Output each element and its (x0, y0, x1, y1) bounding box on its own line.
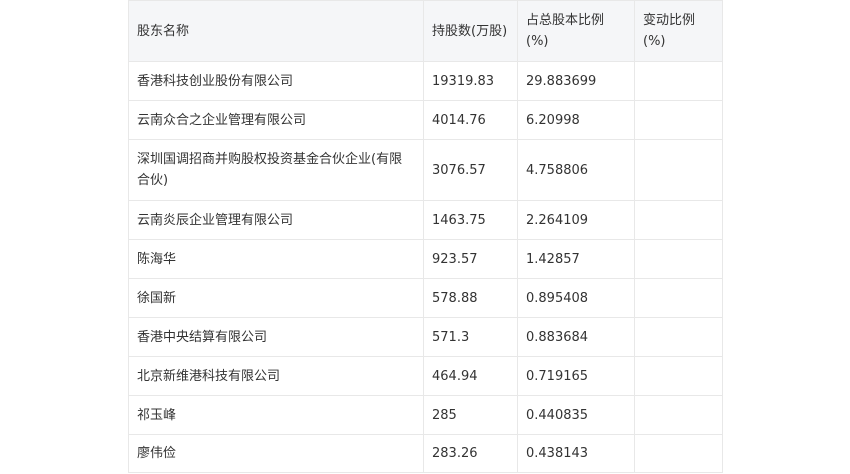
cell-change-ratio (634, 434, 723, 473)
shareholder-table-container: 股东名称 持股数(万股) 占总股本比例(%) 变动比例(%) 香港科技创业股份有… (128, 0, 723, 473)
cell-shareholder-name: 香港科技创业股份有限公司 (128, 61, 424, 101)
cell-change-ratio (634, 61, 723, 101)
cell-shares-held: 571.3 (423, 317, 518, 357)
cell-change-ratio (634, 278, 723, 318)
table-header-row: 股东名称 持股数(万股) 占总股本比例(%) 变动比例(%) (128, 0, 723, 62)
table-row: 祁玉峰 285 0.440835 (128, 395, 723, 435)
cell-shares-held: 4014.76 (423, 100, 518, 140)
table-row: 云南众合之企业管理有限公司 4014.76 6.20998 (128, 100, 723, 140)
header-shares-held: 持股数(万股) (423, 0, 518, 62)
cell-change-ratio (634, 239, 723, 279)
cell-change-ratio (634, 356, 723, 396)
cell-shareholder-name: 香港中央结算有限公司 (128, 317, 424, 357)
cell-share-ratio: 0.883684 (517, 317, 635, 357)
cell-shares-held: 464.94 (423, 356, 518, 396)
cell-shares-held: 3076.57 (423, 139, 518, 201)
cell-change-ratio (634, 200, 723, 240)
cell-change-ratio (634, 317, 723, 357)
cell-share-ratio: 1.42857 (517, 239, 635, 279)
cell-share-ratio: 0.438143 (517, 434, 635, 473)
cell-shareholder-name: 祁玉峰 (128, 395, 424, 435)
cell-change-ratio (634, 100, 723, 140)
cell-share-ratio: 0.895408 (517, 278, 635, 318)
cell-shareholder-name: 徐国新 (128, 278, 424, 318)
shareholder-table: 股东名称 持股数(万股) 占总股本比例(%) 变动比例(%) 香港科技创业股份有… (128, 0, 723, 473)
cell-shareholder-name: 廖伟俭 (128, 434, 424, 473)
cell-shareholder-name: 陈海华 (128, 239, 424, 279)
cell-change-ratio (634, 139, 723, 201)
table-row: 香港科技创业股份有限公司 19319.83 29.883699 (128, 61, 723, 101)
cell-share-ratio: 4.758806 (517, 139, 635, 201)
cell-shareholder-name: 云南众合之企业管理有限公司 (128, 100, 424, 140)
header-shareholder-name: 股东名称 (128, 0, 424, 62)
cell-shares-held: 285 (423, 395, 518, 435)
cell-share-ratio: 0.440835 (517, 395, 635, 435)
cell-shareholder-name: 深圳国调招商并购股权投资基金合伙企业(有限合伙) (128, 139, 424, 201)
cell-shares-held: 578.88 (423, 278, 518, 318)
table-row: 深圳国调招商并购股权投资基金合伙企业(有限合伙) 3076.57 4.75880… (128, 139, 723, 201)
table-row: 廖伟俭 283.26 0.438143 (128, 434, 723, 473)
cell-shares-held: 923.57 (423, 239, 518, 279)
cell-share-ratio: 29.883699 (517, 61, 635, 101)
cell-shares-held: 1463.75 (423, 200, 518, 240)
table-row: 徐国新 578.88 0.895408 (128, 278, 723, 318)
table-row: 香港中央结算有限公司 571.3 0.883684 (128, 317, 723, 357)
cell-shares-held: 283.26 (423, 434, 518, 473)
header-change-ratio: 变动比例(%) (634, 0, 723, 62)
header-share-ratio: 占总股本比例(%) (517, 0, 635, 62)
cell-share-ratio: 2.264109 (517, 200, 635, 240)
table-row: 北京新维港科技有限公司 464.94 0.719165 (128, 356, 723, 396)
table-row: 云南炎辰企业管理有限公司 1463.75 2.264109 (128, 200, 723, 240)
cell-shareholder-name: 云南炎辰企业管理有限公司 (128, 200, 424, 240)
cell-share-ratio: 0.719165 (517, 356, 635, 396)
cell-shareholder-name: 北京新维港科技有限公司 (128, 356, 424, 396)
cell-change-ratio (634, 395, 723, 435)
cell-share-ratio: 6.20998 (517, 100, 635, 140)
cell-shares-held: 19319.83 (423, 61, 518, 101)
table-row: 陈海华 923.57 1.42857 (128, 239, 723, 279)
